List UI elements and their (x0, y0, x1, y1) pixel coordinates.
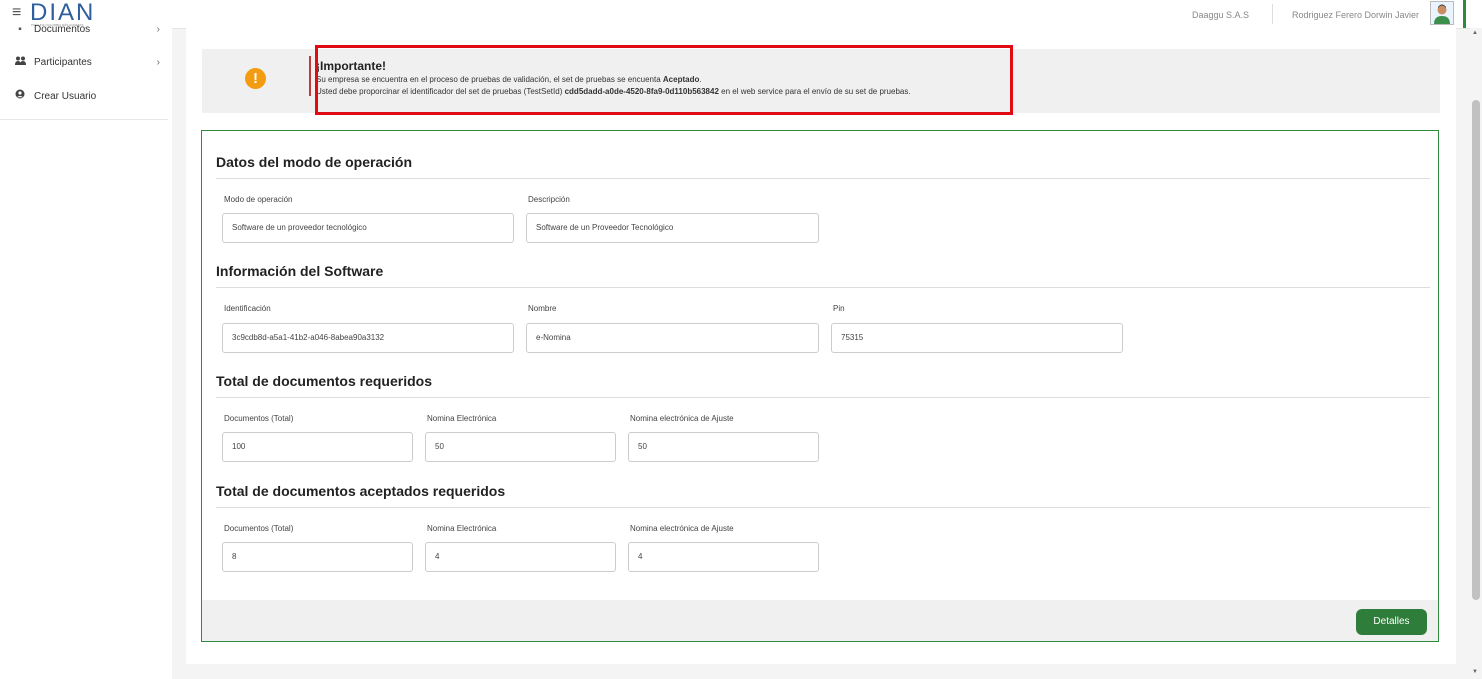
card-footer (202, 600, 1438, 641)
scrollbar-thumb[interactable] (1472, 100, 1480, 600)
chevron-right-icon: › (156, 24, 160, 35)
aceptados-ajuste-field[interactable]: 4 (628, 542, 819, 572)
pin-field[interactable]: 75315 (831, 323, 1123, 353)
section-divider (216, 178, 1430, 179)
user-circle-icon (14, 89, 26, 104)
section-title-software: Información del Software (216, 263, 384, 279)
identificacion-field[interactable]: 3c9cdb8d-a5a1-41b2-a046-8abea90a3132 (222, 323, 514, 353)
label-pin: Pin (833, 304, 845, 313)
document-icon: ▪ (18, 24, 22, 35)
modo-operacion-field[interactable]: Software de un proveedor tecnológico (222, 213, 514, 243)
user-avatar-icon (1434, 4, 1450, 24)
detalles-button[interactable]: Detalles (1356, 609, 1427, 635)
alert-accent-bar (309, 56, 311, 96)
logo-text: DIAN (30, 0, 96, 26)
sidebar-item-label: Crear Usuario (34, 91, 97, 102)
label-nomina-ajuste: Nomina electrónica de Ajuste (630, 414, 734, 423)
sidebar: ▪ Documentos › Participantes › Crear Usua… (0, 24, 172, 679)
aceptados-nomina-field[interactable]: 4 (425, 542, 616, 572)
nomina-ajuste-field[interactable]: 50 (628, 432, 819, 462)
aceptados-total-field[interactable]: 8 (222, 542, 413, 572)
section-title-modo: Datos del modo de operación (216, 154, 413, 170)
label-nomina-electronica: Nomina Electrónica (427, 414, 497, 423)
nomina-electronica-field[interactable]: 50 (425, 432, 616, 462)
sidebar-item-participantes[interactable]: Participantes › (14, 56, 160, 70)
avatar[interactable] (1430, 1, 1454, 25)
documentos-total-field[interactable]: 100 (222, 432, 413, 462)
label-documentos-total: Documentos (Total) (224, 524, 294, 533)
scroll-down-icon[interactable]: ▼ (1472, 669, 1478, 675)
section-divider (216, 287, 1430, 288)
top-bar: ≡ DIAN POR UNA COLOMBIA MÁS HONESTA Daag… (0, 0, 1482, 29)
sidebar-item-crear-usuario[interactable]: Crear Usuario (14, 89, 160, 103)
divider (1272, 4, 1273, 24)
nombre-field[interactable]: e-Nomina (526, 323, 819, 353)
descripcion-field[interactable]: Software de un Proveedor Tecnológico (526, 213, 819, 243)
label-modo-operacion: Modo de operación (224, 195, 293, 204)
label-nombre: Nombre (528, 304, 557, 313)
label-nomina-ajuste: Nomina electrónica de Ajuste (630, 524, 734, 533)
sidebar-item-label: Participantes (34, 57, 92, 68)
label-nomina-electronica: Nomina Electrónica (427, 524, 497, 533)
exclamation-icon: ! (245, 68, 266, 89)
users-icon (14, 56, 26, 70)
hamburger-menu-icon[interactable]: ≡ (12, 5, 21, 21)
label-descripcion: Descripción (528, 195, 570, 204)
label-documentos-total: Documentos (Total) (224, 414, 294, 423)
sidebar-item-documentos[interactable]: ▪ Documentos › (14, 23, 160, 37)
sidebar-divider (0, 119, 168, 120)
sidebar-item-label: Documentos (34, 24, 91, 35)
label-identificacion: Identificación (224, 304, 271, 313)
header-accent-bar (1463, 0, 1466, 28)
chevron-right-icon: › (156, 57, 160, 68)
scroll-up-icon[interactable]: ▲ (1472, 30, 1478, 36)
section-divider (216, 397, 1430, 398)
highlight-annotation-box (315, 45, 1013, 115)
section-title-requeridos: Total de documentos requeridos (216, 373, 432, 389)
user-name[interactable]: Rodriguez Ferero Dorwin Javier (1292, 10, 1419, 20)
section-divider (216, 507, 1430, 508)
company-name[interactable]: Daaggu S.A.S (1192, 10, 1249, 20)
section-title-aceptados: Total de documentos aceptados requeridos (216, 483, 506, 499)
